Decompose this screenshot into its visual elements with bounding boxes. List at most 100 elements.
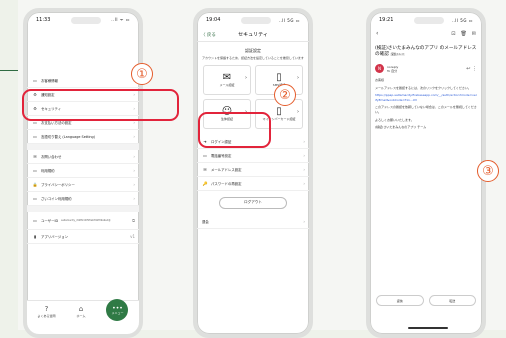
chevron-right-icon: › <box>133 196 135 201</box>
status-icons: ..ll ᯤ ▭ <box>111 17 130 22</box>
nav-menu-button[interactable]: ••• メニュー <box>106 299 129 321</box>
profile-icon: ▭ <box>33 78 37 83</box>
nav-label: メニュー <box>111 310 124 315</box>
mail-signature: (検証)さいたまみんなのアプリ チーム <box>375 125 427 130</box>
item-label: 電話番号設定 <box>211 153 232 158</box>
status-time: 19:21 <box>379 17 394 23</box>
dynamic-island <box>241 17 271 24</box>
phone-menu-screen: 11:33 ..ll ᯤ ▭ ▭お客様情報› ⚙通知設定› ⚙セキュリティ› ▭… <box>23 8 143 338</box>
dynamic-island <box>414 17 444 24</box>
highlight-security <box>22 89 179 121</box>
logout-button[interactable]: ログアウト <box>219 196 287 209</box>
mail-icon: ✉ <box>203 166 207 172</box>
header: 〈 戻る セキュリティ <box>197 28 309 42</box>
home-indicator <box>408 327 448 329</box>
menu-item-label: 言語切り替え (Language Setting) <box>41 135 96 139</box>
mail-actions: 返信 転送 <box>376 295 476 306</box>
key-icon: 🔑 <box>202 180 208 186</box>
chevron-right-icon: › <box>133 154 135 159</box>
highlight-email-auth <box>198 112 271 148</box>
status-time: 11:33 <box>36 17 51 23</box>
nav-label: よくある質問 <box>37 314 56 318</box>
language-icon: ▭ <box>33 134 37 139</box>
mail-toolbar-icons: ⊡ 🗑 ✉ <box>451 31 476 37</box>
version-value: v1 <box>130 234 135 239</box>
mail-paragraph: よろしくお願いいたします。 <box>375 117 414 122</box>
mail-icon[interactable]: ✉ <box>472 31 476 37</box>
phone-number-item[interactable]: ▭ 電話番号設定 › <box>197 149 309 163</box>
chevron-right-icon: › <box>297 74 299 81</box>
copy-icon[interactable]: ⧉ <box>132 218 135 223</box>
mail-body: お客様 メールアドレスを確認するには、次のリンクをクリックしてください。 htt… <box>370 75 482 133</box>
chevron-right-icon: › <box>303 152 305 158</box>
item-label: メールアドレス設定 <box>211 167 242 172</box>
document-icon: ▭ <box>33 168 37 173</box>
user-id-label: ユーザーID <box>41 219 59 223</box>
item-label: 退会 <box>202 219 209 224</box>
phone-security-screen: 19:04 ..ll 5G ▭ 〈 戻る セキュリティ 認証設定 アカウントを保… <box>193 8 313 338</box>
step-badge-3: ③ <box>477 160 499 182</box>
menu-item-contact[interactable]: ✉ お問い合わせ › <box>27 150 139 164</box>
user-id-value: saitamacity_r6bf8cd05f0a6392f09a9ed@ <box>61 219 111 222</box>
envelope-icon: ✉ <box>222 72 232 83</box>
menu-item-label: お客様情報 <box>41 79 58 83</box>
page-title: セキュリティ <box>238 32 268 38</box>
mail-paragraph: このアドレスの確認を依頼していない場合は、このメールを無視してください。 <box>375 105 477 114</box>
nav-faq[interactable]: ? よくある質問 <box>38 305 56 318</box>
delete-icon[interactable]: 🗑 <box>460 31 466 37</box>
status-time: 19:04 <box>206 17 221 23</box>
card-label: メール認証 <box>219 83 235 87</box>
recipient: To 自分 <box>387 68 398 73</box>
email-auth-card[interactable]: ✉ メール認証 › <box>203 64 251 95</box>
decor-line <box>0 70 20 71</box>
back-button[interactable]: 〈 戻る <box>201 32 216 38</box>
menu-item-privacy[interactable]: 🔒 プライバシーポリシー › <box>27 178 139 192</box>
chevron-right-icon: › <box>133 168 135 173</box>
app-version-row: ▮ アプリバージョン v1 <box>27 230 139 244</box>
nav-home[interactable]: ⌂ ホーム <box>77 305 86 318</box>
dynamic-island <box>71 17 101 24</box>
menu-item-label: プライバシーポリシー <box>41 183 75 187</box>
phone-mail-screen: 19:21 ..ll 5G ▭ ‹ ⊡ 🗑 ✉ (検証)さいたまみんなのアプリ … <box>366 8 486 338</box>
chevron-right-icon: › <box>297 108 299 115</box>
withdraw-item[interactable]: 退会 › <box>197 215 309 229</box>
back-arrow-icon[interactable]: ‹ <box>376 30 378 37</box>
reply-icon[interactable]: ↩ ⋮ <box>466 66 477 72</box>
menu-item-customer-info[interactable]: ▭お客様情報› <box>27 74 139 88</box>
verification-link[interactable]: https://ppap-saitamacity.firebaseapp.com… <box>375 93 477 102</box>
menu-item-label: 利用規約 <box>41 169 55 173</box>
forward-label: 転送 <box>449 298 456 303</box>
chevron-right-icon: › <box>245 74 247 81</box>
sender-info: noreply To 自分 <box>387 65 398 73</box>
archive-icon[interactable]: ⊡ <box>451 31 455 37</box>
password-reset-item[interactable]: 🔑 パスワードの再設定 › <box>197 177 309 191</box>
mail-sender: N noreply To 自分 ↩ ⋮ <box>370 62 482 75</box>
mail-subject: (検証)さいたまみんなのアプリ のメールアドレスの確認 受信トレイ <box>370 42 482 62</box>
item-label: パスワードの再設定 <box>211 181 242 186</box>
menu-item-coin-terms[interactable]: ▭ さいコイン利用規約 › <box>27 192 139 206</box>
forward-button[interactable]: 転送 <box>428 295 476 306</box>
chevron-right-icon: › <box>303 218 305 224</box>
coin-icon: ▭ <box>33 196 37 201</box>
nav-label: ホーム <box>76 314 86 318</box>
chevron-right-icon: › <box>133 182 135 187</box>
inbox-tag: 受信トレイ <box>390 53 406 56</box>
chevron-right-icon: › <box>303 180 305 186</box>
chevron-right-icon: › <box>303 166 305 172</box>
mail-greeting: お客様 <box>375 78 385 82</box>
reply-label: 返信 <box>396 298 403 303</box>
section-description: アカウントを保護するため、認証方法を設定していることを推奨しています <box>202 56 304 60</box>
menu-top-spacer <box>27 28 139 74</box>
reply-button[interactable]: 返信 <box>376 295 424 306</box>
step-badge-2: ② <box>274 84 296 106</box>
email-setting-item[interactable]: ✉ メールアドレス設定 › <box>197 163 309 177</box>
id-icon: ▭ <box>33 218 37 223</box>
bottom-nav: ? よくある質問 ⌂ ホーム ••• メニュー <box>27 299 139 334</box>
question-icon: ? <box>44 305 49 313</box>
menu-item-terms[interactable]: ▭ 利用規約 › <box>27 164 139 178</box>
lock-icon: 🔒 <box>32 182 38 187</box>
mail-paragraph: メールアドレスを確認するには、次のリンクをクリックしてください。 <box>375 85 471 90</box>
menu-item-language[interactable]: ▭ 言語切り替え (Language Setting) › <box>27 130 139 144</box>
user-id-row: ▭ ユーザーID saitamacity_r6bf8cd05f0a6392f09a9… <box>27 212 139 230</box>
menu-item-label: お問い合わせ <box>41 155 62 159</box>
